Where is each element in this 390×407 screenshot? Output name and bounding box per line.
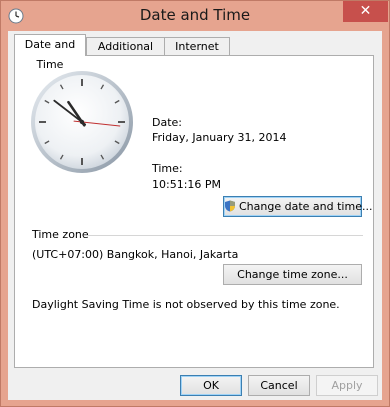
close-icon: ✕ — [359, 3, 372, 19]
dst-note: Daylight Saving Time is not observed by … — [32, 298, 340, 311]
change-date-and-time-button[interactable]: Change date and time... — [223, 196, 372, 217]
ok-button[interactable]: OK — [180, 375, 242, 396]
close-button[interactable]: ✕ — [343, 1, 388, 22]
title-bar[interactable]: Date and Time ✕ — [1, 1, 389, 31]
tab-internet-time[interactable]: Internet Time — [164, 37, 230, 70]
time-label: Time: — [152, 162, 183, 175]
time-zone-value: (UTC+07:00) Bangkok, Hanoi, Jakarta — [32, 248, 239, 261]
analog-clock — [31, 71, 133, 173]
tab-additional-clocks[interactable]: Additional Clocks — [86, 37, 165, 70]
clock-center — [79, 119, 85, 125]
date-label: Date: — [152, 116, 182, 129]
apply-button[interactable]: Apply — [316, 375, 378, 396]
dialog-client-area: Date and Time Additional Clocks Internet… — [8, 31, 382, 400]
tab-date-and-time[interactable]: Date and Time — [14, 34, 86, 71]
window-title: Date and Time — [139, 6, 251, 24]
time-value: 10:51:16 PM — [152, 178, 222, 191]
cancel-button[interactable]: Cancel — [248, 375, 310, 396]
time-zone-heading: Time zone — [32, 228, 89, 241]
date-value: Friday, January 31, 2014 — [152, 131, 287, 144]
change-time-zone-button[interactable]: Change time zone... — [223, 264, 362, 285]
date-and-time-panel: Date: Friday, January 31, 2014 Time: 10:… — [14, 55, 374, 368]
uac-shield-icon — [225, 200, 235, 212]
time-zone-divider — [84, 235, 363, 236]
date-and-time-dialog: Date and Time ✕ Date and Time Additional… — [0, 0, 390, 407]
change-date-and-time-label: Change date and time... — [239, 200, 373, 213]
